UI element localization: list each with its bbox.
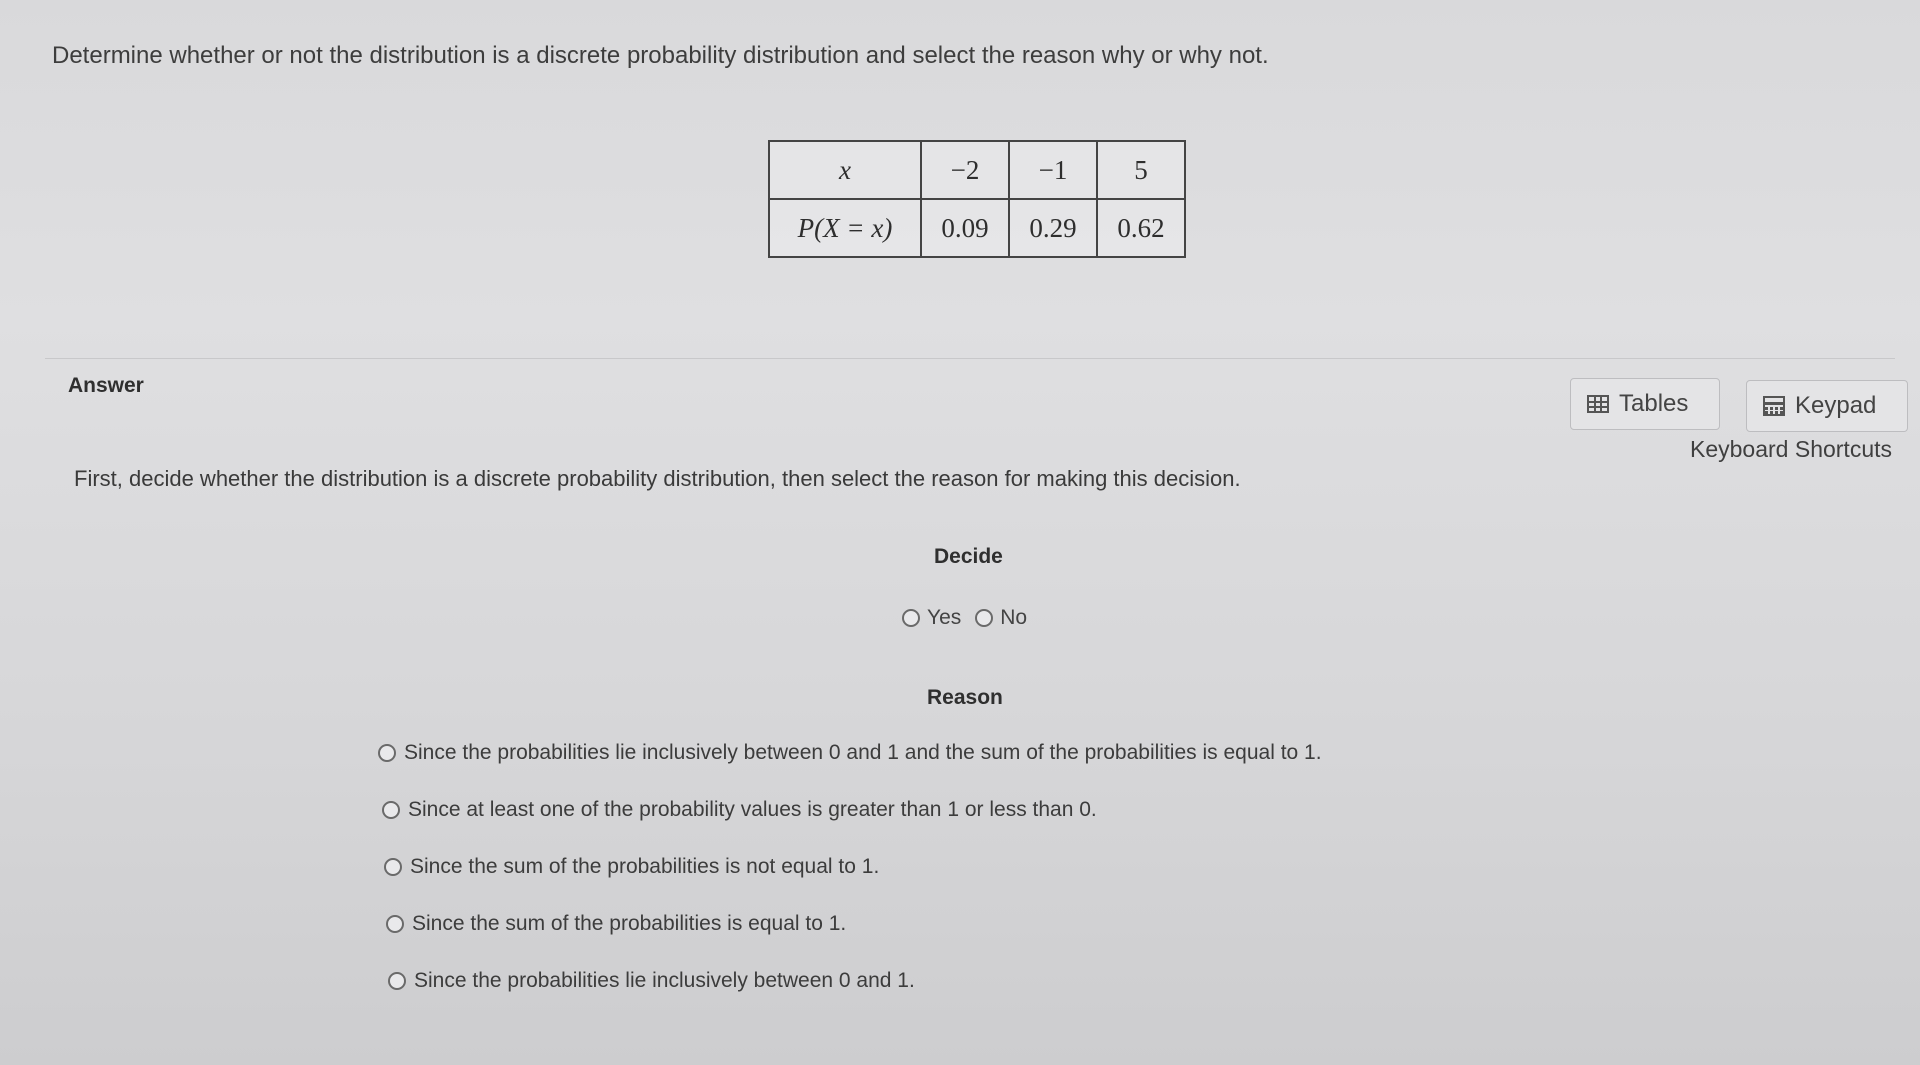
calculator-icon — [1763, 396, 1785, 416]
reason-option[interactable]: Since the probabilities lie inclusively … — [378, 740, 1322, 766]
option-label: Since the sum of the probabilities is eq… — [412, 912, 847, 935]
table-cell: 5 — [1096, 140, 1186, 200]
decide-option-yes[interactable]: Yes — [902, 606, 961, 630]
tables-button[interactable]: Tables — [1570, 378, 1720, 430]
radio-button[interactable] — [388, 972, 406, 990]
radio-button[interactable] — [382, 801, 400, 819]
reason-option[interactable]: Since the sum of the probabilities is eq… — [386, 911, 1322, 937]
decide-radio-group: Yes No — [902, 606, 1027, 630]
option-label: Since the probabilities lie inclusively … — [414, 969, 915, 992]
radio-button[interactable] — [378, 744, 396, 762]
reason-radio-group: Since the probabilities lie inclusively … — [378, 740, 1322, 1025]
table-cell: 0.09 — [920, 198, 1010, 258]
radio-button[interactable] — [975, 609, 994, 627]
tables-button-label: Tables — [1619, 390, 1689, 417]
reason-option[interactable]: Since at least one of the probability va… — [382, 797, 1322, 823]
table-row: x −2 −1 5 — [768, 140, 1186, 200]
section-divider — [45, 358, 1895, 359]
instruction-text: First, decide whether the distribution i… — [74, 466, 1241, 491]
table-cell: −2 — [920, 140, 1010, 200]
keyboard-shortcuts-link[interactable]: Keyboard Shortcuts — [1690, 436, 1892, 463]
answer-label: Answer — [68, 374, 144, 397]
keypad-button-label: Keypad — [1795, 392, 1877, 419]
option-label: Since at least one of the probability va… — [408, 798, 1097, 821]
keypad-button[interactable]: Keypad — [1746, 380, 1908, 432]
radio-button[interactable] — [902, 609, 920, 627]
decide-option-no[interactable]: No — [975, 606, 1027, 630]
option-label: Since the probabilities lie inclusively … — [404, 741, 1322, 764]
table-cell: 0.29 — [1008, 198, 1098, 258]
table-icon — [1587, 395, 1609, 413]
table-cell: 0.62 — [1096, 198, 1186, 258]
question-page: Determine whether or not the distributio… — [30, 0, 1920, 1065]
table-cell: −1 — [1008, 140, 1098, 200]
decide-title: Decide — [934, 545, 1003, 568]
question-text: Determine whether or not the distributio… — [52, 42, 1269, 69]
option-label: Since the sum of the probabilities is no… — [410, 855, 880, 878]
reason-title: Reason — [927, 686, 1003, 709]
reason-option[interactable]: Since the sum of the probabilities is no… — [384, 854, 1322, 880]
reason-option[interactable]: Since the probabilities lie inclusively … — [388, 968, 1322, 994]
table-header-x: x — [768, 140, 922, 200]
radio-button[interactable] — [386, 915, 404, 933]
table-row: P(X = x) 0.09 0.29 0.62 — [768, 198, 1186, 258]
option-label: No — [1000, 606, 1028, 629]
distribution-table: x −2 −1 5 P(X = x) 0.09 0.29 0.62 — [768, 140, 1186, 258]
table-header-probability: P(X = x) — [768, 198, 922, 258]
option-label: Yes — [927, 606, 962, 629]
radio-button[interactable] — [384, 858, 402, 876]
